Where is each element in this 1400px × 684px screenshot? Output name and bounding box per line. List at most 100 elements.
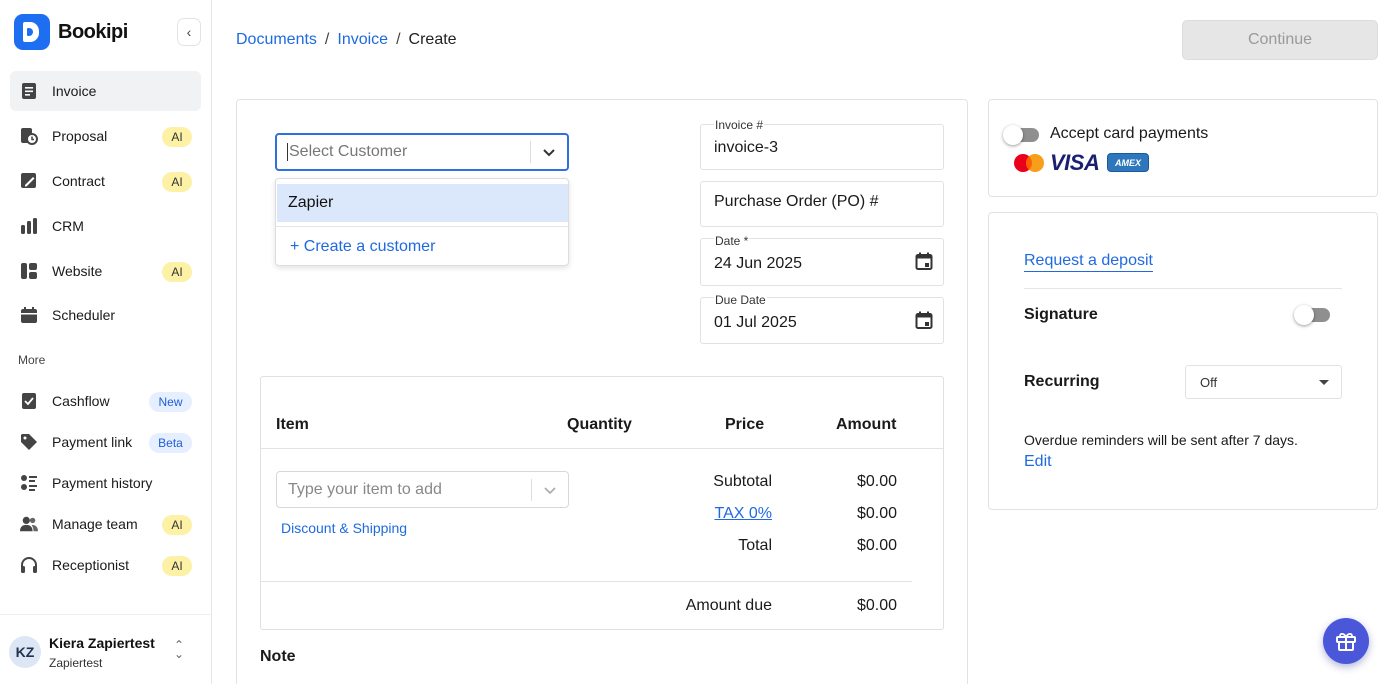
note-heading: Note [260,648,296,665]
sidebar-item-label: Proposal [52,128,108,144]
tag-icon [20,433,38,451]
brand[interactable]: Bookipi [14,14,128,50]
recurring-label: Recurring [1024,373,1100,390]
sidebar-item-payment-link[interactable]: Payment link Beta [10,422,201,462]
ai-badge: AI [162,172,192,192]
cashflow-icon [20,392,38,410]
scheduler-icon [20,306,38,324]
tax-link[interactable]: TAX 0% [715,505,773,522]
sidebar-item-crm[interactable]: CRM [10,206,201,246]
sidebar-item-contract[interactable]: Contract AI [10,161,201,201]
user-organization: Zapiertest [49,656,103,670]
breadcrumb-documents[interactable]: Documents [236,31,317,49]
ai-badge: AI [162,515,192,535]
tax-value: $0.00 [856,505,897,522]
sidebar-item-label: Payment link [52,434,133,450]
proposal-icon [20,127,38,145]
item-select-placeholder: Type your item to add [288,480,442,498]
new-badge: New [149,392,192,412]
po-number-field[interactable]: Purchase Order (PO) # [700,181,944,227]
sidebar-item-label: Cashflow [52,393,110,409]
invoice-number-value: invoice-3 [714,139,779,156]
breadcrumb-separator: / [324,31,330,48]
date-label: Date * [714,234,750,248]
date-field[interactable]: Date * 24 Jun 2025 [700,234,944,286]
due-date-label: Due Date [714,293,767,307]
column-header-quantity: Quantity [567,416,632,433]
customer-select[interactable]: Select Customer [275,133,569,171]
visa-icon: VISA [1050,150,1100,175]
recurring-value: Off [1200,374,1218,390]
recurring-select[interactable]: Off [1185,365,1342,399]
amount-due-label: Amount due [685,597,772,614]
due-date-field[interactable]: Due Date 01 Jul 2025 [700,293,944,344]
breadcrumb: Documents / Invoice / Create [236,31,457,49]
sidebar-item-label: Manage team [52,516,138,532]
create-customer-option[interactable]: + Create a customer [290,238,435,256]
column-header-price: Price [725,416,765,433]
discount-shipping-link[interactable]: Discount & Shipping [281,520,407,536]
invoice-icon [20,82,38,100]
invoice-number-field[interactable]: Invoice # invoice-3 [700,118,944,170]
sidebar-item-manage-team[interactable]: Manage team AI [10,504,201,544]
header-divider [261,448,943,449]
customer-dropdown: Zapier + Create a customer [275,178,569,266]
calendar-icon[interactable] [915,252,933,270]
caret-down-icon [1319,380,1329,385]
subtotal-label: Subtotal [713,473,772,490]
ai-badge: AI [162,556,192,576]
payment-history-icon [20,474,38,492]
sidebar-item-cashflow[interactable]: Cashflow New [10,381,201,421]
options-divider [1024,288,1342,289]
more-section-label: More [18,353,46,367]
sidebar-item-proposal[interactable]: Proposal AI [10,116,201,156]
dropdown-divider [276,226,568,227]
chevron-down-icon[interactable] [531,144,567,160]
amount-due-value: $0.00 [856,597,897,614]
total-value: $0.00 [856,537,897,554]
breadcrumb-current: Create [408,31,457,48]
tax-label: TAX 0% [652,505,773,523]
edit-reminders-link[interactable]: Edit [1024,453,1052,471]
contract-icon [20,172,38,190]
customer-select-placeholder: Select Customer [287,143,530,161]
ai-badge: AI [162,262,192,282]
avatar: KZ [9,636,41,668]
team-icon [20,515,38,533]
chevron-left-icon: ‹ [186,24,192,40]
accept-card-payments-toggle[interactable] [1003,125,1039,145]
sidebar-item-scheduler[interactable]: Scheduler [10,295,201,335]
user-menu[interactable]: KZ Kiera Zapiertest Zapiertest ⌃ ⌄ [0,614,211,684]
sidebar-item-payment-history[interactable]: Payment history [10,463,201,503]
brand-name: Bookipi [58,20,128,43]
signature-toggle[interactable] [1294,305,1330,325]
beta-badge: Beta [149,433,192,453]
customer-option-zapier[interactable]: Zapier [277,184,568,222]
breadcrumb-invoice[interactable]: Invoice [337,31,388,49]
sidebar-item-website[interactable]: Website AI [10,251,201,291]
sidebar: Bookipi ‹ Invoice Proposal AI Contract A… [0,0,212,684]
continue-button[interactable]: Continue [1182,20,1378,60]
chevron-down-icon[interactable] [532,482,568,498]
collapse-sidebar-button[interactable]: ‹ [177,18,201,46]
sidebar-item-label: Invoice [52,83,97,99]
item-select[interactable]: Type your item to add [276,471,569,508]
po-number-placeholder: Purchase Order (PO) # [714,193,879,210]
card-payments-panel [988,99,1378,197]
user-name: Kiera Zapiertest [49,635,155,651]
crm-icon [20,217,38,235]
total-label: Total [738,537,772,554]
sidebar-item-label: Receptionist [52,557,130,573]
sidebar-item-invoice[interactable]: Invoice [10,71,201,111]
ai-badge: AI [162,127,192,147]
gift-button[interactable] [1323,618,1369,664]
gift-icon [1336,632,1356,651]
sidebar-item-receptionist[interactable]: Receptionist AI [10,545,201,585]
totals-divider [261,581,912,582]
breadcrumb-separator: / [396,31,401,48]
sidebar-item-label: Payment history [52,475,153,491]
request-deposit-link[interactable]: Request a deposit [1024,252,1153,272]
signature-label: Signature [1024,306,1098,323]
calendar-icon[interactable] [915,311,933,329]
sidebar-item-label: Scheduler [52,307,116,323]
